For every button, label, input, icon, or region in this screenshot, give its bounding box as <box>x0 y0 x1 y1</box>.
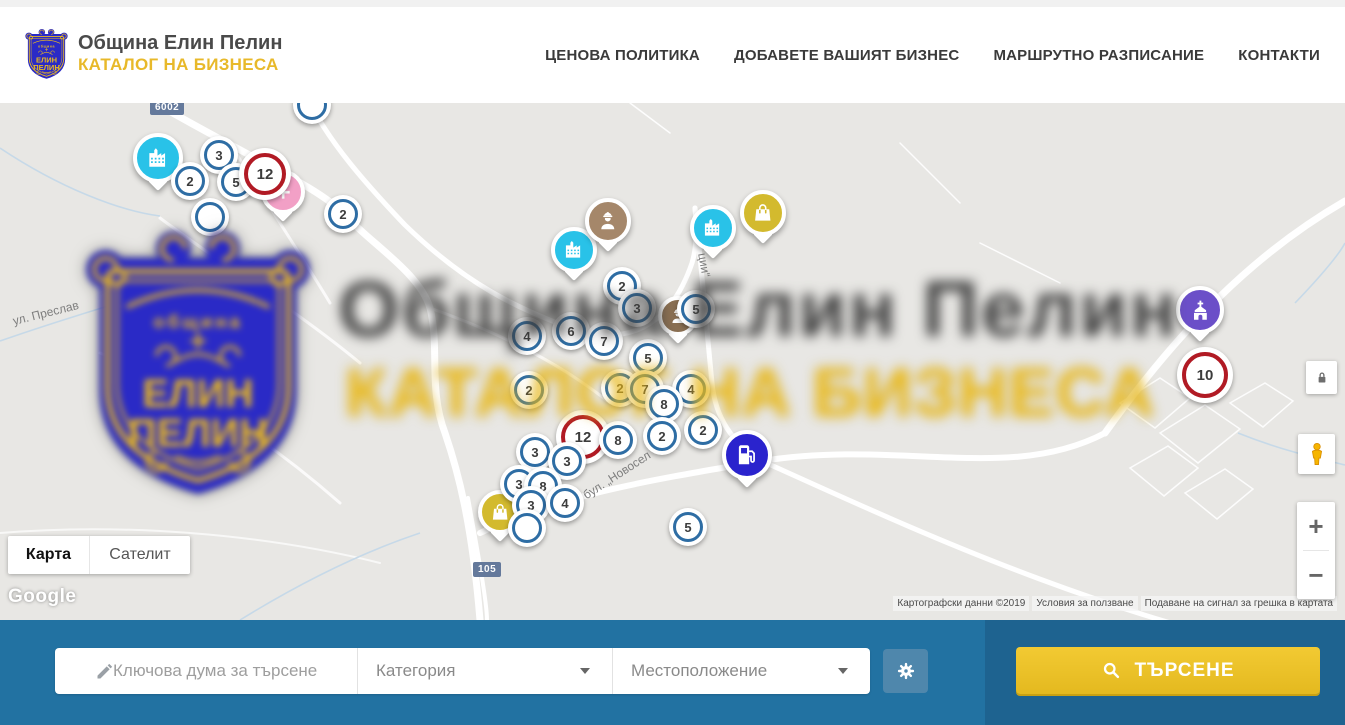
map-pin-church[interactable] <box>1176 286 1224 334</box>
cluster-count: 4 <box>546 484 584 522</box>
advanced-settings-button[interactable] <box>883 649 928 693</box>
map-type-satellite-button[interactable]: Сателит <box>89 536 190 574</box>
search-submit-button[interactable]: ТЪРСЕНЕ <box>1016 647 1320 694</box>
brand[interactable]: Община Елин Пелин КАТАЛОГ НА БИЗНЕСА <box>25 25 282 81</box>
nav-item-add-business[interactable]: ДОБАВЕТЕ ВАШИЯТ БИЗНЕС <box>734 47 959 64</box>
cluster-count: 5 <box>669 508 707 546</box>
cluster-count: 2 <box>171 162 209 200</box>
pin-disc <box>1176 286 1224 334</box>
map-cluster[interactable]: 2 <box>510 371 548 409</box>
cluster-count: 5 <box>677 290 715 328</box>
search-group: Категория Местоположение <box>55 648 870 694</box>
map-cluster[interactable]: 2 <box>643 417 681 455</box>
factory-icon <box>701 216 725 240</box>
cluster-count: 10 <box>1177 347 1233 403</box>
lock-icon <box>1313 369 1331 387</box>
site-subtitle: КАТАЛОГ НА БИЗНЕСА <box>78 55 282 75</box>
chevron-down-icon <box>580 668 590 674</box>
category-dropdown[interactable]: Категория <box>357 648 612 694</box>
attribution-terms-link[interactable]: Условия за ползване <box>1032 596 1137 611</box>
cluster-count <box>293 103 331 124</box>
zoom-in-button[interactable]: + <box>1297 502 1335 550</box>
cluster-count: 2 <box>510 371 548 409</box>
map-cluster[interactable]: 4 <box>508 317 546 355</box>
chevron-down-icon <box>838 668 848 674</box>
nav-item-route-schedule[interactable]: МАРШРУТНО РАЗПИСАНИЕ <box>993 47 1204 64</box>
cluster-count: 2 <box>684 411 722 449</box>
pin-disc <box>740 190 786 236</box>
map-canvas[interactable]: 6002 105 ул. Преслав бул. „Новосел ции“ … <box>0 103 1345 620</box>
cluster-count: 4 <box>508 317 546 355</box>
factory-icon <box>145 145 171 171</box>
cluster-count: 3 <box>618 289 656 327</box>
pin-disc <box>690 205 736 251</box>
category-dropdown-label: Категория <box>376 661 455 681</box>
cluster-count: 12 <box>239 148 291 200</box>
cluster-count: 2 <box>324 195 362 233</box>
map-cluster[interactable] <box>293 103 331 124</box>
map-cluster[interactable]: 8 <box>599 421 637 459</box>
street-view-lock-button[interactable] <box>1306 361 1337 394</box>
main-nav: ЦЕНОВА ПОЛИТИКА ДОБАВЕТЕ ВАШИЯТ БИЗНЕС М… <box>545 7 1320 103</box>
nav-item-pricing[interactable]: ЦЕНОВА ПОЛИТИКА <box>545 47 700 64</box>
worker-icon <box>596 209 620 233</box>
municipality-crest-logo <box>25 25 68 81</box>
search-icon <box>1101 660 1122 681</box>
pegman-icon <box>1304 439 1330 469</box>
attribution-data: Картографски данни ©2019 <box>893 596 1029 611</box>
map-attribution: Картографски данни ©2019 Условия за полз… <box>893 596 1337 611</box>
cluster-count: 2 <box>643 417 681 455</box>
brand-text: Община Елин Пелин КАТАЛОГ НА БИЗНЕСА <box>78 32 282 75</box>
map-cluster[interactable]: 2 <box>684 411 722 449</box>
cluster-count <box>191 198 229 236</box>
keyword-section <box>55 648 357 694</box>
google-logo[interactable]: Google <box>8 586 76 608</box>
map-cluster[interactable]: 2 <box>171 162 209 200</box>
map-cluster[interactable]: 10 <box>1177 347 1233 403</box>
zoom-out-button[interactable]: − <box>1297 551 1335 599</box>
gear-icon <box>895 660 917 682</box>
page-top-strip <box>0 0 1345 7</box>
cluster-count: 7 <box>585 322 623 360</box>
pin-disc <box>722 430 772 480</box>
map-pin-shopping[interactable] <box>740 190 786 236</box>
header: Община Елин Пелин КАТАЛОГ НА БИЗНЕСА ЦЕН… <box>0 7 1345 104</box>
zoom-control: + − <box>1297 502 1335 599</box>
site-title: Община Елин Пелин <box>78 32 282 55</box>
factory-icon <box>562 238 586 262</box>
map-cluster[interactable] <box>508 509 546 547</box>
pegman-control[interactable] <box>1298 434 1335 474</box>
map-cluster[interactable]: 12 <box>239 148 291 200</box>
fuel-icon <box>734 442 760 468</box>
church-icon <box>1188 298 1213 323</box>
map-cluster[interactable]: 5 <box>677 290 715 328</box>
map-pin-fuel[interactable] <box>722 430 772 480</box>
cluster-count <box>508 509 546 547</box>
location-dropdown-label: Местоположение <box>631 661 767 681</box>
pencil-icon <box>95 661 115 681</box>
nav-item-contacts[interactable]: КОНТАКТИ <box>1238 47 1320 64</box>
map-cluster[interactable]: 7 <box>585 322 623 360</box>
map-cluster[interactable]: 3 <box>618 289 656 327</box>
search-button-label: ТЪРСЕНЕ <box>1134 660 1234 682</box>
map-pin-industry[interactable] <box>690 205 736 251</box>
map-type-map-button[interactable]: Карта <box>8 536 89 574</box>
map-cluster[interactable]: 2 <box>324 195 362 233</box>
search-bar: Категория Местоположение ТЪРСЕНЕ <box>0 620 1345 725</box>
map-cluster[interactable]: 5 <box>669 508 707 546</box>
cluster-count: 8 <box>599 421 637 459</box>
map-cluster[interactable] <box>191 198 229 236</box>
markers-layer: 32512223564752274812822333834510 <box>0 103 1345 620</box>
pin-disc <box>585 198 631 244</box>
bag-icon <box>751 201 775 225</box>
location-dropdown[interactable]: Местоположение <box>612 648 870 694</box>
map-cluster[interactable]: 4 <box>546 484 584 522</box>
map-pin-services[interactable] <box>585 198 631 244</box>
map-type-control: Карта Сателит <box>8 536 190 574</box>
